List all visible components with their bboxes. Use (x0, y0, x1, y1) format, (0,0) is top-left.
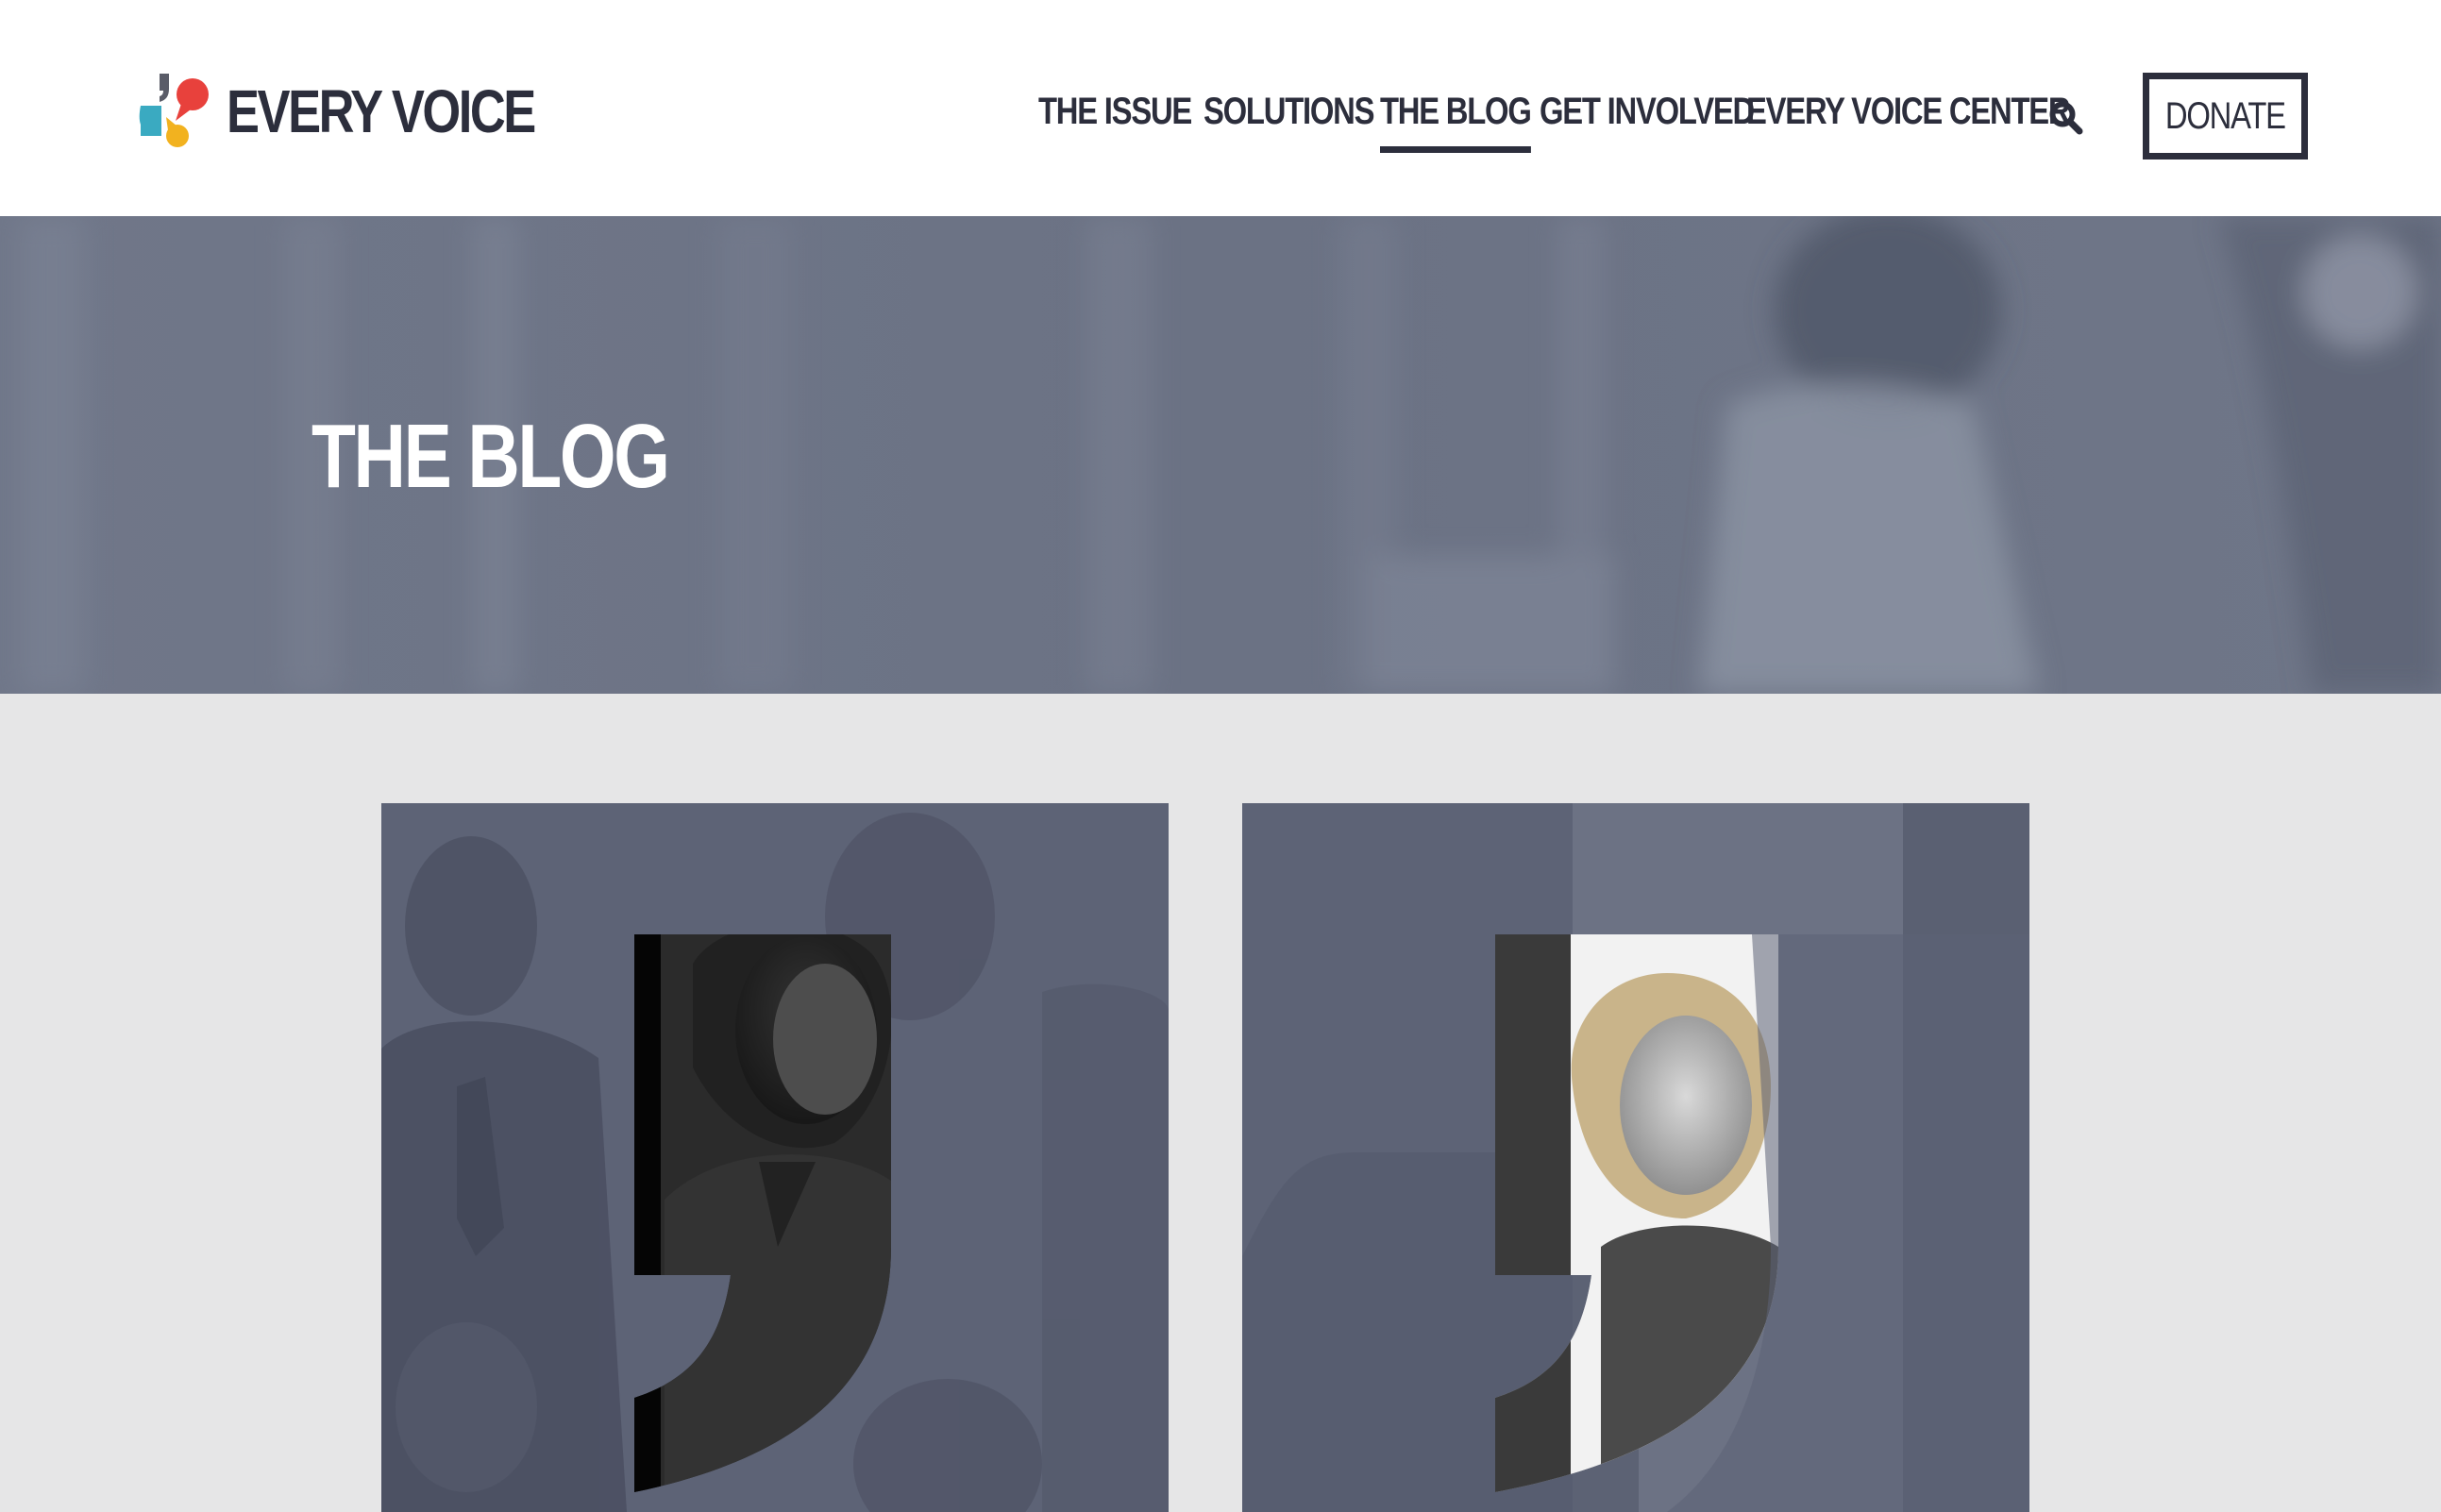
nav-item-solutions[interactable]: SOLUTIONS (1204, 91, 1375, 133)
nav-item-the-blog[interactable]: THE BLOG (1380, 91, 1532, 153)
nav-item-get-involved[interactable]: GET INVOLVED (1540, 91, 1755, 133)
search-button[interactable] (2048, 100, 2084, 136)
logo-text: EVERY VOICE (227, 77, 536, 145)
donate-button[interactable]: DONATE (2143, 73, 2308, 160)
site-header: EVERY VOICE THE ISSUE SOLUTIONS THE BLOG… (0, 0, 2441, 216)
donate-label: DONATE (2165, 94, 2286, 137)
every-voice-logo-icon (139, 74, 209, 147)
post-image (1242, 803, 2029, 1512)
blog-post-card[interactable] (1242, 803, 2029, 1512)
hero-banner: THE BLOG (0, 216, 2441, 694)
post-image (381, 803, 1169, 1512)
page-title: THE BLOG (311, 406, 670, 507)
nav-item-the-issue[interactable]: THE ISSUE (1038, 91, 1192, 133)
logo-link[interactable]: EVERY VOICE (138, 72, 601, 151)
nav-item-every-voice-center[interactable]: EVERY VOICE CENTER (1746, 91, 2071, 133)
blog-post-card[interactable] (381, 803, 1169, 1512)
search-icon (2049, 101, 2083, 135)
